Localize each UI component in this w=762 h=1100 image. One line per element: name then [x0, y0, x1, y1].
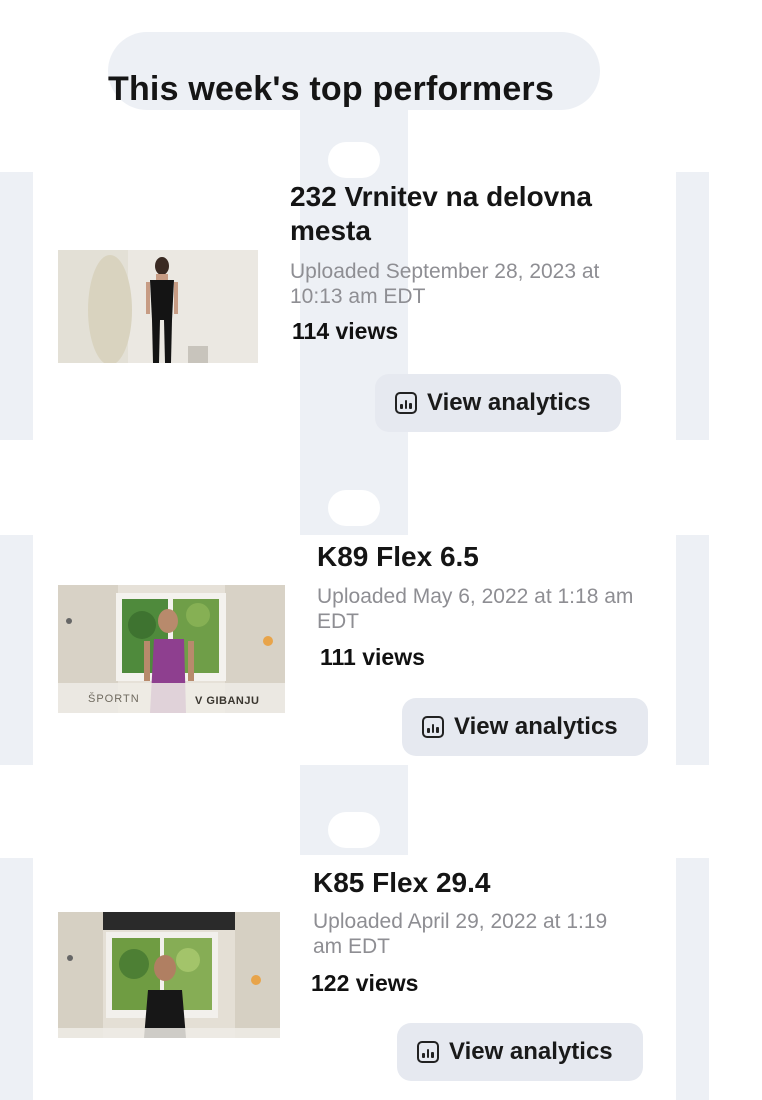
view-count: 114 views [292, 318, 399, 344]
page-title: This week's top performers [108, 70, 554, 108]
view-analytics-button[interactable]: View analytics [397, 1023, 643, 1081]
thumbnail-caption: V GIBANJU [195, 695, 260, 707]
view-analytics-button[interactable]: View analytics [402, 698, 648, 756]
button-label: View analytics [449, 1038, 613, 1065]
bg-side-bar [676, 172, 709, 440]
bg-notch [328, 812, 380, 848]
video-title[interactable]: K89 Flex 6.5 [317, 540, 657, 574]
bg-side-bar [676, 535, 709, 765]
upload-date: Uploaded April 29, 2022 at 1:19 am EDT [313, 910, 608, 958]
video-thumbnail[interactable]: ŠPORTN V GIBANJU [58, 585, 285, 713]
view-analytics-button[interactable]: View analytics [375, 374, 621, 432]
bg-notch [328, 142, 380, 178]
button-label: View analytics [427, 389, 591, 416]
bg-notch [328, 490, 380, 526]
video-title[interactable]: K85 Flex 29.4 [313, 866, 653, 900]
bar-chart-icon [422, 716, 444, 738]
bar-chart-icon [395, 392, 417, 414]
bar-chart-icon [417, 1041, 439, 1063]
view-count: 111 views [320, 644, 425, 670]
video-title[interactable]: 232 Vrnitev na delovna mesta [290, 180, 660, 248]
bg-side-bar [0, 172, 33, 440]
bg-side-bar [676, 858, 709, 1100]
view-count: 122 views [311, 970, 419, 996]
upload-date: Uploaded September 28, 2023 at 10:13 am … [290, 260, 600, 308]
upload-date: Uploaded May 6, 2022 at 1:18 am EDT [317, 585, 634, 633]
thumbnail-caption: ŠPORTN [88, 693, 140, 705]
button-label: View analytics [454, 713, 618, 740]
video-thumbnail[interactable] [58, 250, 258, 363]
bg-side-bar [0, 535, 33, 765]
video-thumbnail[interactable] [58, 912, 280, 1038]
bg-side-bar [0, 858, 33, 1100]
